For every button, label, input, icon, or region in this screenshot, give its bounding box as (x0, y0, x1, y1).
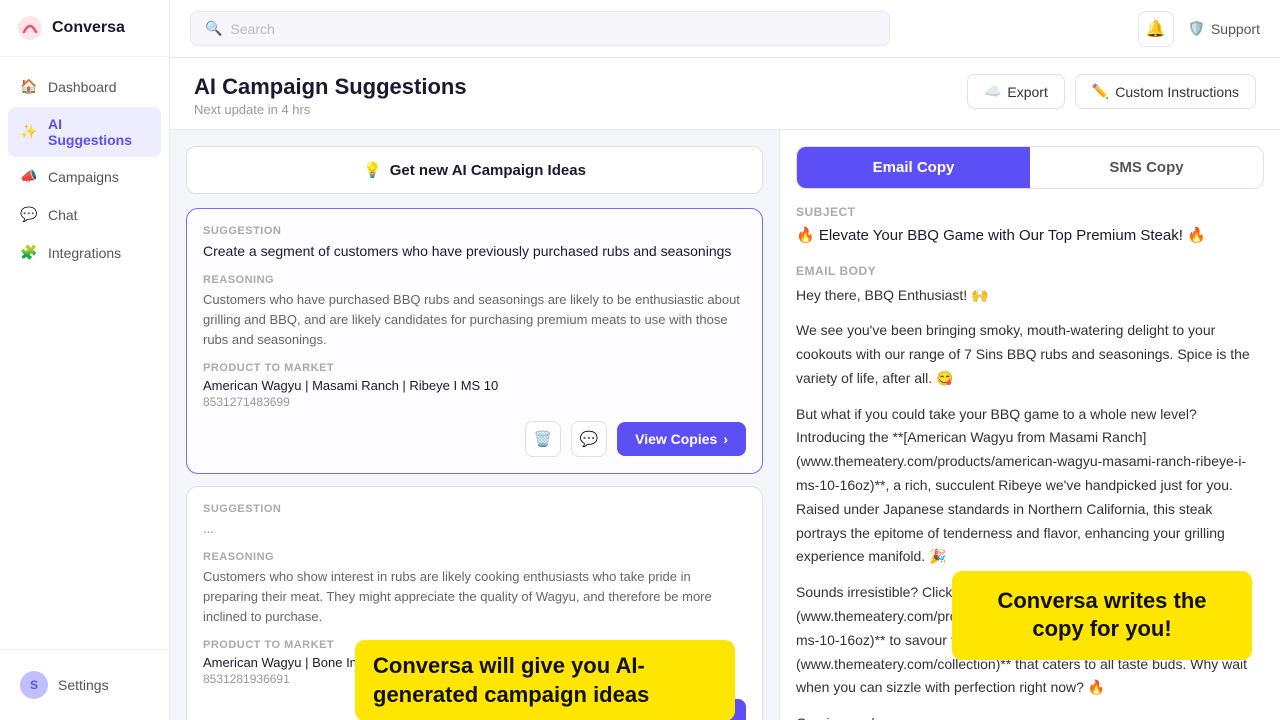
email-body-p1: Hey there, BBQ Enthusiast! 🙌 (796, 284, 1264, 308)
tooltip-left: Conversa will give you AI-generated camp… (355, 640, 735, 720)
page-header: AI Campaign Suggestions Next update in 4… (170, 58, 1280, 130)
sidebar-bottom: S Settings (0, 649, 169, 720)
shield-icon: 🛡️ (1188, 20, 1205, 37)
sidebar-item-label: AI Suggestions (48, 116, 149, 148)
product-text: American Wagyu | Masami Ranch | Ribeye I… (203, 378, 746, 393)
content-area: 💡 Get new AI Campaign Ideas Suggestion C… (170, 130, 1280, 720)
sidebar-item-label: Chat (48, 207, 78, 223)
sidebar-item-campaigns[interactable]: 📣 Campaigns (8, 159, 161, 195)
house-icon: 🏠 (20, 78, 38, 96)
body-label: Email Body (796, 264, 1264, 278)
topbar-right: 🔔 🛡️ Support (1138, 11, 1260, 47)
topbar: 🔍 Search 🔔 🛡️ Support (170, 0, 1280, 58)
export-button[interactable]: ☁️ Export (967, 74, 1065, 109)
view-copies-button[interactable]: View Copies › (617, 422, 746, 456)
settings-label: Settings (58, 677, 109, 693)
page-title-area: AI Campaign Suggestions Next update in 4… (194, 74, 467, 117)
email-body-p2: We see you've been bringing smoky, mouth… (796, 319, 1264, 390)
sku-text: 8531271483699 (203, 395, 746, 409)
card-actions: 🗑️ 💬 View Copies › (203, 421, 746, 457)
sidebar-item-integrations[interactable]: 🧩 Integrations (8, 235, 161, 271)
delete-button[interactable]: 🗑️ (525, 421, 561, 457)
notification-bell-button[interactable]: 🔔 (1138, 11, 1174, 47)
support-label: Support (1211, 21, 1260, 37)
sidebar-item-chat[interactable]: 💬 Chat (8, 197, 161, 233)
logo-icon (16, 14, 44, 42)
main-content: 🔍 Search 🔔 🛡️ Support AI Campaign Sugges… (170, 0, 1280, 720)
suggestion-label: Suggestion (203, 225, 746, 237)
reasoning-label: Reasoning (203, 274, 746, 286)
email-body-p3: But what if you could take your BBQ game… (796, 403, 1264, 570)
suggestion-label: Suggestion (203, 503, 746, 515)
header-actions: ☁️ Export ✏️ Custom Instructions (967, 74, 1256, 109)
suggestion-text: Create a segment of customers who have p… (203, 241, 746, 262)
search-placeholder: Search (230, 21, 274, 37)
nav-items: 🏠 Dashboard ✨ AI Suggestions 📣 Campaigns… (0, 57, 169, 649)
chat-icon: 💬 (20, 206, 38, 224)
sidebar: Conversa 🏠 Dashboard ✨ AI Suggestions 📣 … (0, 0, 170, 720)
suggestion-card: Suggestion Create a segment of customers… (186, 208, 763, 474)
logo-area: Conversa (0, 0, 169, 57)
suggestion-text: ... (203, 519, 746, 539)
sidebar-item-ai-suggestions[interactable]: ✨ AI Suggestions (8, 107, 161, 157)
comment-button[interactable]: 💬 (571, 421, 607, 457)
copy-tabs: Email Copy SMS Copy (796, 146, 1264, 189)
sidebar-item-label: Dashboard (48, 79, 117, 95)
new-ideas-button[interactable]: 💡 Get new AI Campaign Ideas (186, 146, 763, 194)
email-body-p5: Carnivorously yours, Nick, the Founder o… (796, 712, 1264, 720)
page-subtitle: Next update in 4 hrs (194, 102, 467, 117)
tab-sms-copy[interactable]: SMS Copy (1030, 147, 1263, 188)
suggestions-panel: 💡 Get new AI Campaign Ideas Suggestion C… (170, 130, 780, 720)
custom-instructions-button[interactable]: ✏️ Custom Instructions (1075, 74, 1256, 109)
email-subject: 🔥 Elevate Your BBQ Game with Our Top Pre… (796, 225, 1264, 248)
sparkle-icon: ✨ (20, 123, 38, 141)
puzzle-icon: 🧩 (20, 244, 38, 262)
download-icon: ☁️ (984, 83, 1001, 100)
reasoning-label: Reasoning (203, 551, 746, 563)
reasoning-text: Customers who show interest in rubs are … (203, 567, 746, 627)
avatar: S (20, 671, 48, 699)
support-button[interactable]: 🛡️ Support (1188, 20, 1260, 37)
sidebar-item-label: Campaigns (48, 169, 119, 185)
megaphone-icon: 📣 (20, 168, 38, 186)
edit-icon: ✏️ (1092, 83, 1109, 100)
arrow-right-icon: › (723, 431, 728, 447)
product-label: Product to market (203, 362, 746, 374)
search-box[interactable]: 🔍 Search (190, 11, 890, 46)
tab-email-copy[interactable]: Email Copy (797, 147, 1030, 188)
lightbulb-icon: 💡 (363, 161, 382, 179)
subject-label: Subject (796, 205, 1264, 219)
reasoning-text: Customers who have purchased BBQ rubs an… (203, 290, 746, 350)
search-icon: 🔍 (205, 20, 222, 37)
page-title: AI Campaign Suggestions (194, 74, 467, 100)
sidebar-item-dashboard[interactable]: 🏠 Dashboard (8, 69, 161, 105)
sidebar-item-label: Integrations (48, 245, 121, 261)
app-name: Conversa (52, 19, 125, 37)
tooltip-right: Conversa writes the copy for you! (952, 571, 1252, 660)
sidebar-item-settings[interactable]: S Settings (8, 662, 161, 708)
